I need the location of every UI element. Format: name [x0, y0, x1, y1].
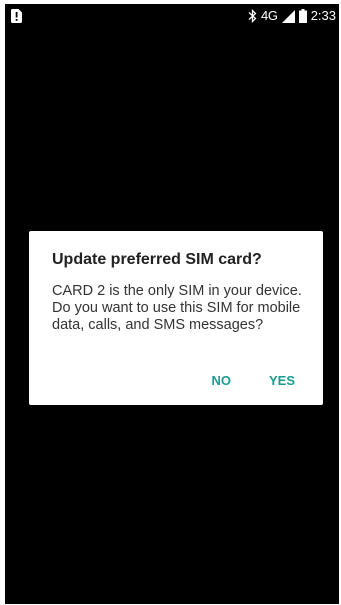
- status-clock: 2:33: [310, 8, 336, 23]
- status-bar: 4G 2:33: [5, 4, 339, 28]
- phone-screen: 4G 2:33 Update preferred SIM card? CARD …: [5, 4, 339, 604]
- no-button[interactable]: NO: [211, 373, 231, 388]
- yes-button[interactable]: YES: [269, 373, 295, 388]
- signal-icon: [281, 9, 295, 23]
- dialog-message: CARD 2 is the only SIM in your device. D…: [52, 283, 302, 333]
- dialog-title: Update preferred SIM card?: [52, 251, 262, 268]
- status-icons: 4G 2:33: [248, 8, 336, 24]
- battery-icon: [298, 9, 307, 23]
- sim-alert-icon: [11, 9, 22, 23]
- dialog-actions: NO YES: [211, 373, 295, 388]
- network-type-label: 4G: [260, 8, 278, 23]
- update-sim-dialog: Update preferred SIM card? CARD 2 is the…: [29, 231, 323, 405]
- bluetooth-icon: [248, 9, 257, 23]
